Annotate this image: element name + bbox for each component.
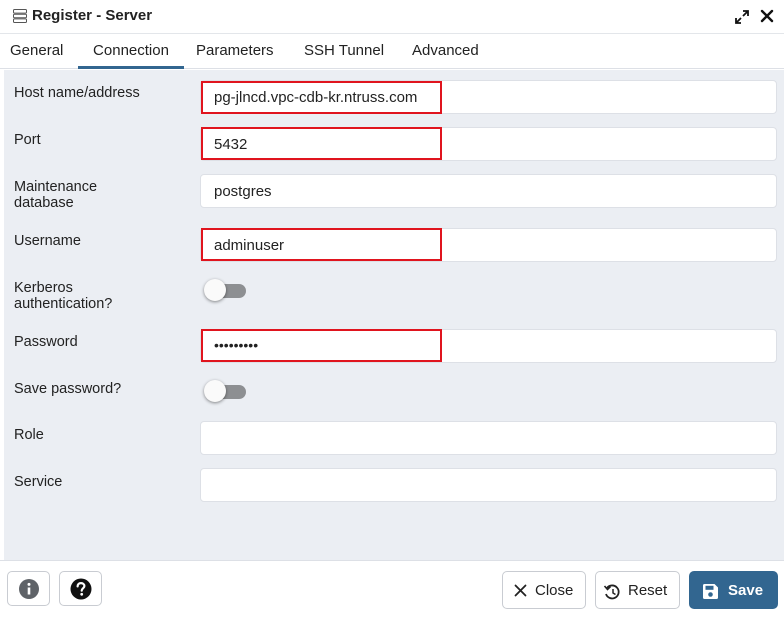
- service-label: Service: [14, 474, 63, 490]
- username-label: Username: [14, 233, 81, 249]
- dialog-footer: Close Reset Save: [0, 560, 784, 619]
- close-button-label: Close: [535, 582, 574, 599]
- kerberos-toggle-knob: [204, 279, 226, 301]
- server-icon: [13, 9, 27, 23]
- tab-connection[interactable]: Connection: [78, 35, 184, 69]
- password-label: Password: [14, 334, 78, 350]
- save-password-toggle[interactable]: [204, 380, 248, 402]
- port-value: 5432: [214, 136, 248, 153]
- close-icon: [514, 584, 527, 597]
- maintenance-db-value: postgres: [214, 183, 272, 200]
- tab-advanced[interactable]: Advanced: [412, 35, 479, 69]
- host-label: Host name/address: [14, 85, 140, 101]
- info-button[interactable]: [7, 571, 50, 606]
- save-button[interactable]: Save: [689, 571, 778, 609]
- tab-parameters[interactable]: Parameters: [196, 35, 274, 69]
- maintenance-db-label-line1: Maintenance: [14, 179, 98, 195]
- help-icon: [70, 578, 92, 600]
- dialog-title: Register - Server: [32, 7, 153, 24]
- host-input[interactable]: pg-jlncd.vpc-cdb-kr.ntruss.com: [200, 80, 777, 114]
- save-password-label: Save password?: [14, 381, 122, 397]
- reset-button[interactable]: Reset: [595, 571, 680, 609]
- maintenance-db-label: Maintenance database: [14, 179, 97, 211]
- tab-general[interactable]: General: [10, 35, 63, 69]
- help-button[interactable]: [59, 571, 102, 606]
- connection-form: Host name/address pg-jlncd.vpc-cdb-kr.nt…: [4, 70, 784, 560]
- port-input[interactable]: 5432: [200, 127, 777, 161]
- kerberos-label-line2: authentication?: [14, 296, 113, 312]
- host-value: pg-jlncd.vpc-cdb-kr.ntruss.com: [214, 89, 418, 106]
- port-label: Port: [14, 132, 41, 148]
- password-input[interactable]: •••••••••: [200, 329, 777, 363]
- info-icon: [19, 579, 39, 599]
- kerberos-label-line1: Kerberos: [14, 280, 73, 296]
- username-input[interactable]: adminuser: [200, 228, 777, 262]
- maintenance-db-input[interactable]: postgres: [200, 174, 777, 208]
- service-input[interactable]: [200, 468, 777, 502]
- save-icon: [703, 584, 718, 599]
- tab-bar: General Connection Parameters SSH Tunnel…: [0, 35, 784, 69]
- password-value: •••••••••: [214, 337, 259, 353]
- tab-ssh-tunnel[interactable]: SSH Tunnel: [304, 35, 384, 69]
- expand-icon[interactable]: [734, 9, 750, 25]
- kerberos-label: Kerberos authentication?: [14, 280, 112, 312]
- role-input[interactable]: [200, 421, 777, 455]
- username-value: adminuser: [214, 237, 285, 254]
- reset-icon: [603, 584, 620, 600]
- kerberos-toggle[interactable]: [204, 279, 248, 301]
- close-icon[interactable]: [760, 9, 774, 23]
- role-label: Role: [14, 427, 44, 443]
- save-button-label: Save: [728, 582, 764, 599]
- reset-button-label: Reset: [628, 582, 668, 599]
- maintenance-db-label-line2: database: [14, 195, 74, 211]
- save-password-toggle-knob: [204, 380, 226, 402]
- close-button[interactable]: Close: [502, 571, 586, 609]
- title-bar: Register - Server: [0, 0, 784, 34]
